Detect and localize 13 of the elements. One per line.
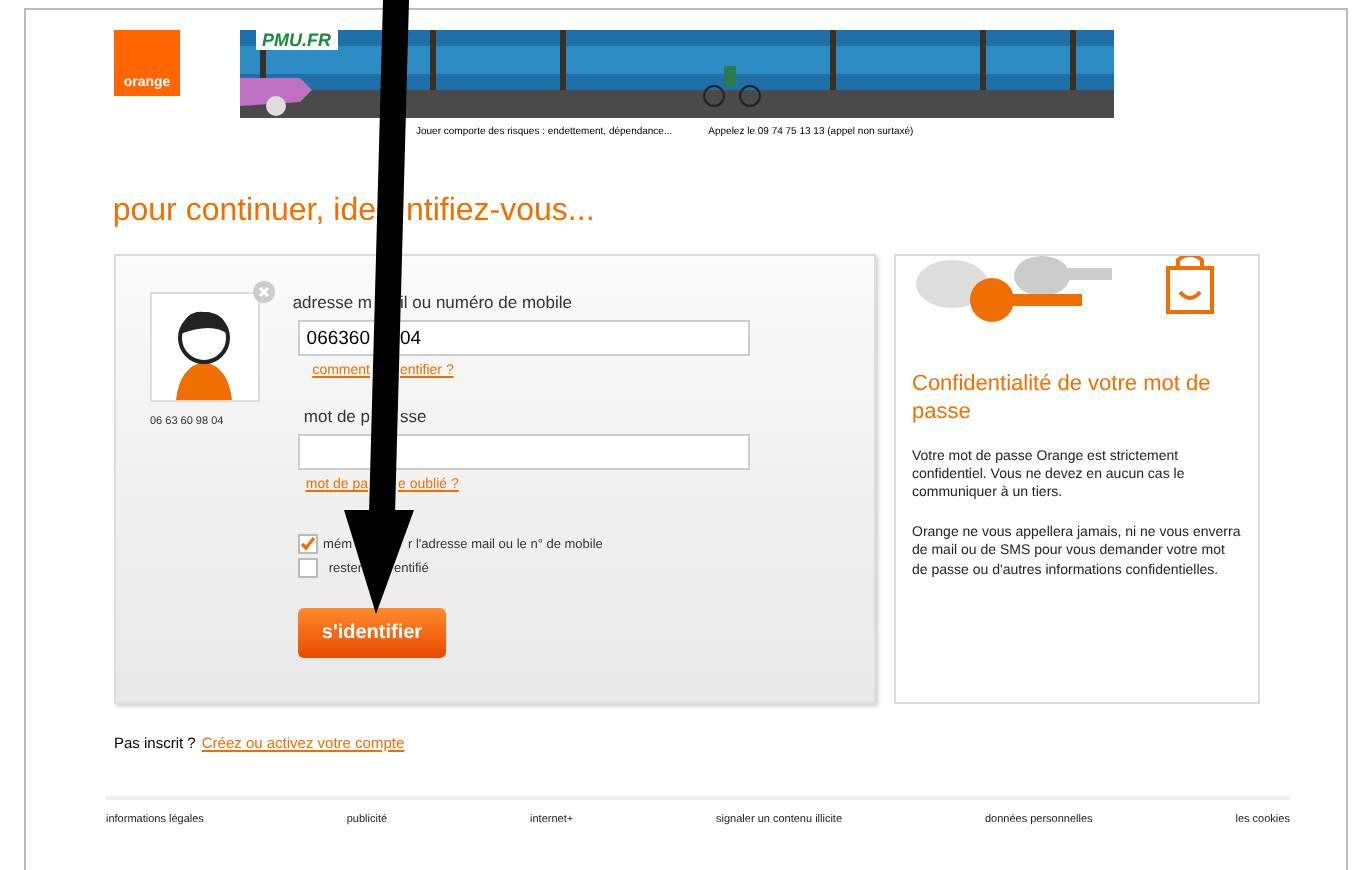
page-heading: pour continuer, ide	[112, 194, 376, 230]
privacy-title: Confidentialité de votre mot de passe	[912, 370, 1213, 428]
password-field[interactable]	[298, 434, 750, 470]
field-label: il ou numéro de mobile	[400, 292, 572, 312]
field-label: adresse m	[292, 292, 372, 312]
field-label: sse	[400, 406, 427, 426]
page-heading: ntifiez-vous...	[406, 194, 595, 230]
checkbox[interactable]	[298, 534, 318, 554]
checkbox[interactable]	[298, 558, 318, 578]
login-field[interactable]: 066360 04	[298, 320, 750, 356]
banner-logo: PMU.FR	[256, 30, 337, 50]
field-label: mot de p	[303, 406, 370, 426]
close-icon[interactable]	[252, 280, 276, 304]
